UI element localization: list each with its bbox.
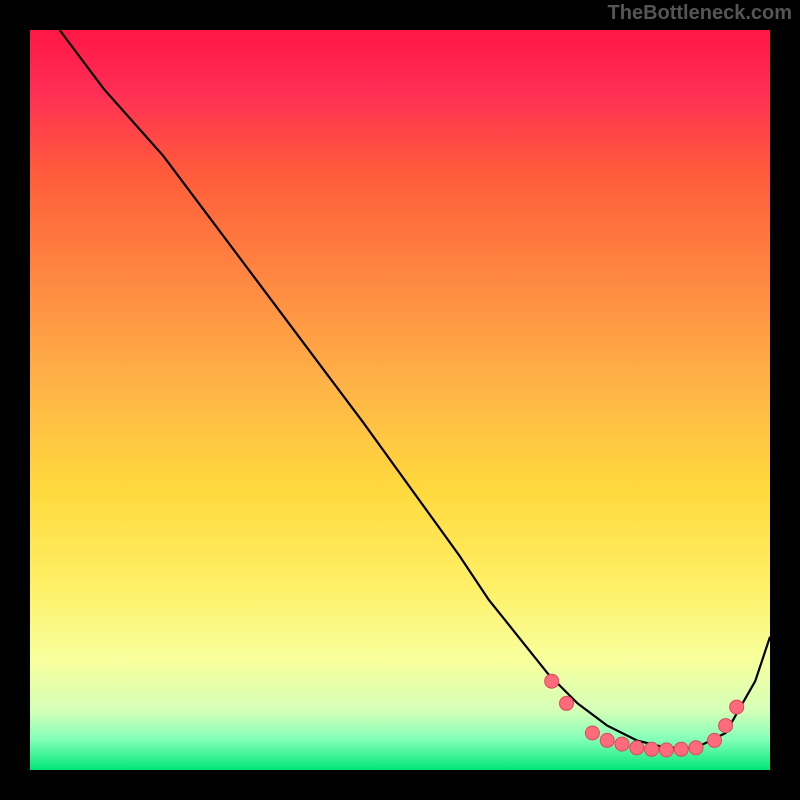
watermark: TheBottleneck.com	[608, 2, 792, 25]
marker-dot	[630, 741, 644, 755]
marker-dot	[585, 726, 599, 740]
marker-dot	[730, 700, 744, 714]
marker-dot	[560, 696, 574, 710]
marker-dot	[719, 719, 733, 733]
marker-dot	[615, 737, 629, 751]
marker-dot	[689, 741, 703, 755]
marker-dot	[674, 742, 688, 756]
marker-dot	[645, 742, 659, 756]
marker-group	[545, 674, 744, 757]
marker-dot	[545, 674, 559, 688]
marker-dot	[708, 733, 722, 747]
chart-svg	[30, 30, 770, 770]
marker-dot	[600, 733, 614, 747]
curve-line	[60, 30, 770, 748]
marker-dot	[659, 743, 673, 757]
plot-area	[30, 30, 770, 770]
